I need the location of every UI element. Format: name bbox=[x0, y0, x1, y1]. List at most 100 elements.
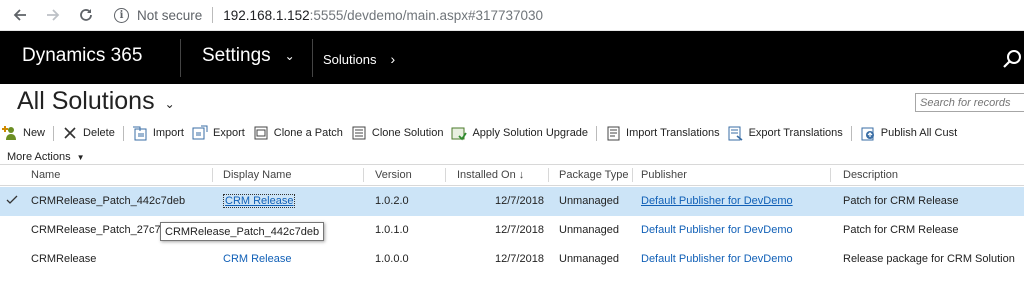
toolbar-divider bbox=[53, 125, 55, 141]
column-header-package-type[interactable]: Package Type bbox=[559, 169, 629, 181]
info-icon[interactable]: i bbox=[114, 7, 129, 23]
apply-upgrade-label: Apply Solution Upgrade bbox=[472, 127, 589, 139]
export-button[interactable]: Export bbox=[188, 122, 249, 144]
sort-descending-icon: ↓ bbox=[518, 169, 525, 181]
publish-all-button[interactable]: Publish All Cust bbox=[856, 122, 961, 144]
cell-name[interactable]: CRMRelease_Patch_442c7deb bbox=[31, 195, 185, 207]
clone-solution-icon bbox=[352, 126, 366, 140]
cell-installed-on: 12/7/2018 bbox=[495, 195, 544, 207]
checkmark-icon[interactable] bbox=[6, 194, 18, 206]
address-bar[interactable]: i Not secure 192.168.1.152:5555/devdemo/… bbox=[114, 5, 543, 25]
security-label: Not secure bbox=[137, 7, 203, 23]
import-translations-label: Import Translations bbox=[626, 127, 720, 139]
chevron-down-icon: ⌄ bbox=[164, 96, 175, 111]
search-records-input[interactable] bbox=[915, 93, 1024, 112]
cell-installed-on: 12/7/2018 bbox=[495, 253, 544, 265]
clone-solution-button[interactable]: Clone Solution bbox=[347, 122, 448, 144]
column-divider bbox=[632, 168, 633, 182]
publish-all-label: Publish All Cust bbox=[880, 127, 958, 139]
arrow-left-icon bbox=[13, 9, 26, 21]
publish-icon bbox=[861, 127, 874, 141]
back-button[interactable] bbox=[10, 5, 30, 25]
column-header-version[interactable]: Version bbox=[375, 169, 412, 181]
cell-installed-on: 12/7/2018 bbox=[495, 224, 544, 236]
view-selector[interactable]: All Solutions ⌄ bbox=[17, 87, 175, 116]
cell-version: 1.0.2.0 bbox=[375, 195, 409, 207]
url-path: :5555/devdemo/main.aspx#317737030 bbox=[309, 7, 544, 23]
breadcrumb-label: Solutions bbox=[323, 51, 377, 67]
import-icon bbox=[132, 126, 147, 141]
clone-solution-label: Clone Solution bbox=[371, 127, 444, 139]
new-label: New bbox=[23, 127, 46, 139]
table-row[interactable]: CRMRelease_Patch_442c7deb CRM Release 1.… bbox=[0, 187, 1024, 216]
cell-publisher-link[interactable]: Default Publisher for DevDemo bbox=[641, 253, 793, 265]
delete-x-icon bbox=[64, 127, 76, 139]
cell-description: Release package for CRM Solution bbox=[843, 253, 1015, 265]
export-translations-icon bbox=[728, 126, 743, 141]
url-host: 192.168.1.152 bbox=[223, 7, 310, 23]
cell-package-type: Unmanaged bbox=[559, 195, 619, 207]
import-label: Import bbox=[152, 127, 184, 139]
cell-display-name-link[interactable]: CRM Release bbox=[223, 194, 296, 208]
column-header-publisher[interactable]: Publisher bbox=[641, 169, 687, 181]
cell-description: Patch for CRM Release bbox=[843, 224, 959, 236]
new-icon bbox=[2, 126, 16, 140]
caret-down-icon: ▼ bbox=[76, 152, 85, 162]
cell-publisher-link[interactable]: Default Publisher for DevDemo bbox=[641, 195, 793, 207]
address-divider bbox=[212, 7, 214, 23]
cell-publisher-link[interactable]: Default Publisher for DevDemo bbox=[641, 224, 793, 236]
grid-header: Name Display Name Version Installed On ↓… bbox=[0, 164, 1024, 186]
column-header-description[interactable]: Description bbox=[843, 169, 898, 181]
cell-description: Patch for CRM Release bbox=[843, 195, 959, 207]
delete-label: Delete bbox=[83, 127, 115, 139]
breadcrumb-solutions[interactable]: Solutions › bbox=[323, 51, 395, 67]
browser-toolbar: i Not secure 192.168.1.152:5555/devdemo/… bbox=[0, 0, 1024, 31]
clone-patch-button[interactable]: Clone a Patch bbox=[249, 122, 347, 144]
cell-name[interactable]: CRMRelease bbox=[31, 253, 96, 265]
column-divider bbox=[830, 168, 831, 182]
apply-upgrade-icon bbox=[451, 127, 468, 141]
import-translations-icon bbox=[607, 126, 620, 141]
app-navigation-bar: Dynamics 365 Settings ⌄ Solutions › bbox=[0, 31, 1024, 84]
installed-on-label: Installed On bbox=[457, 169, 516, 181]
cell-name[interactable]: CRMRelease_Patch_27c73c bbox=[31, 224, 172, 236]
nav-divider bbox=[312, 39, 313, 77]
table-row[interactable]: CRMRelease CRM Release 1.0.0.0 12/7/2018… bbox=[0, 245, 1024, 274]
app-brand[interactable]: Dynamics 365 bbox=[22, 45, 142, 67]
area-selector[interactable]: Settings ⌄ bbox=[202, 45, 295, 67]
new-button[interactable]: New bbox=[0, 122, 49, 144]
reload-icon bbox=[80, 9, 92, 21]
more-actions-label: More Actions bbox=[7, 151, 71, 163]
toolbar-divider bbox=[122, 125, 124, 141]
clone-patch-label: Clone a Patch bbox=[273, 127, 343, 139]
arrow-right-icon bbox=[47, 9, 60, 21]
clone-patch-icon bbox=[254, 126, 268, 140]
column-header-installed-on[interactable]: Installed On ↓ bbox=[457, 169, 524, 181]
export-translations-button[interactable]: Export Translations bbox=[724, 122, 847, 144]
delete-button[interactable]: Delete bbox=[58, 122, 119, 144]
chevron-down-icon: ⌄ bbox=[284, 49, 295, 63]
command-bar: New Delete Import Export Clone a Patch C… bbox=[0, 122, 1024, 144]
chevron-right-icon: › bbox=[390, 51, 396, 67]
column-header-name[interactable]: Name bbox=[31, 169, 60, 181]
toolbar-divider bbox=[850, 125, 852, 141]
search-icon[interactable] bbox=[1002, 48, 1024, 70]
export-translations-label: Export Translations bbox=[748, 127, 843, 139]
column-divider bbox=[212, 168, 213, 182]
area-label: Settings bbox=[202, 45, 271, 66]
export-icon bbox=[192, 125, 208, 140]
import-button[interactable]: Import bbox=[128, 122, 188, 144]
more-actions-menu[interactable]: More Actions ▼ bbox=[7, 151, 85, 163]
cell-package-type: Unmanaged bbox=[559, 253, 619, 265]
column-header-display-name[interactable]: Display Name bbox=[223, 169, 291, 181]
import-translations-button[interactable]: Import Translations bbox=[601, 122, 724, 144]
table-row[interactable]: CRMRelease_Patch_27c73c 1.0.1.0 12/7/201… bbox=[0, 216, 1024, 245]
forward-button[interactable] bbox=[43, 5, 63, 25]
cell-version: 1.0.0.0 bbox=[375, 253, 409, 265]
toolbar-divider bbox=[596, 125, 598, 141]
apply-upgrade-button[interactable]: Apply Solution Upgrade bbox=[447, 122, 592, 144]
reload-button[interactable] bbox=[76, 5, 96, 25]
cell-display-name-link[interactable]: CRM Release bbox=[223, 253, 291, 265]
export-label: Export bbox=[213, 127, 245, 139]
nav-divider bbox=[180, 39, 181, 77]
